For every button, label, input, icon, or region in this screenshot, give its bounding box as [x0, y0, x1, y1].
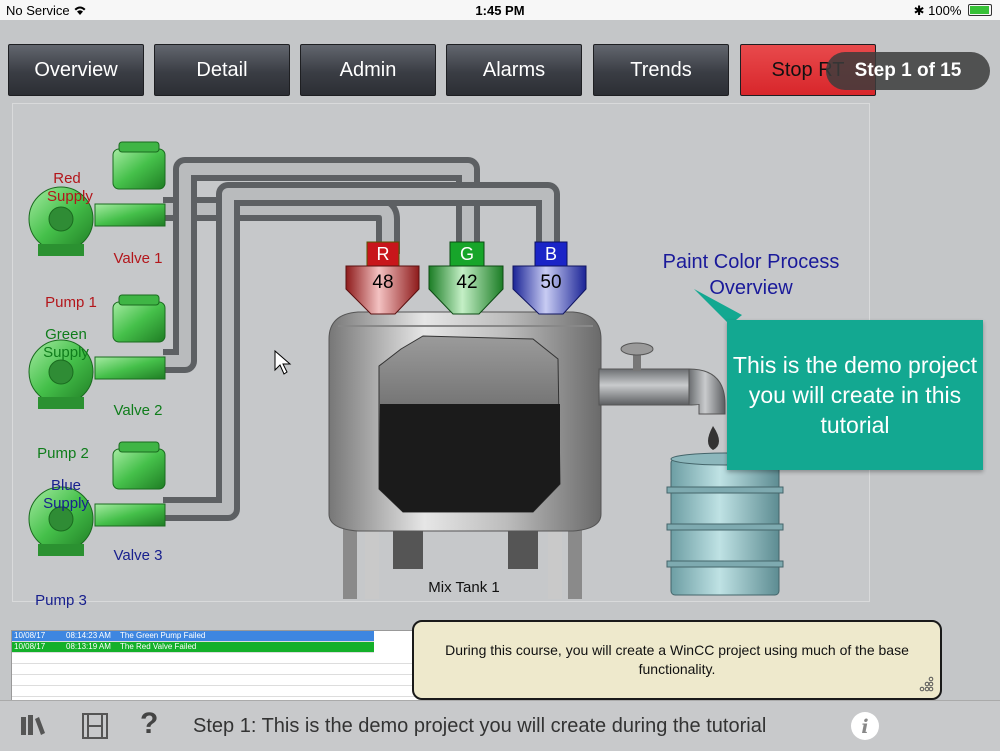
pump-3-label: Pump 3 — [35, 592, 87, 609]
mix-tank — [328, 311, 602, 599]
battery-label: 100% — [928, 3, 962, 18]
alarm-row[interactable]: 10/08/17 08:14:23 AM The Green Pump Fail… — [12, 631, 374, 642]
blue-supply-label: Blue Supply — [43, 477, 89, 512]
alarm-empty-row — [12, 686, 440, 697]
alarm-text: The Green Pump Failed — [120, 631, 206, 640]
pump-1-label: Pump 1 — [45, 294, 97, 311]
library-icon[interactable] — [18, 711, 48, 741]
film-icon[interactable] — [80, 711, 110, 741]
process-title-line-1: Paint Color Process — [662, 251, 840, 273]
valve-1-label: Valve 1 — [113, 250, 163, 267]
battery-status: ✱ 100% — [914, 3, 992, 19]
hopper-b-value[interactable]: 50 — [525, 273, 577, 292]
process-title-line-2: Overview — [709, 277, 793, 299]
alarm-text: The Red Valve Failed — [120, 642, 197, 651]
callout-pointer — [694, 289, 742, 325]
mouse-cursor-icon — [274, 349, 292, 375]
pump-2-label: Pump 2 — [37, 445, 89, 462]
hopper-b-letter: B — [544, 244, 557, 264]
nav-admin-button[interactable]: Admin — [300, 44, 436, 96]
mix-tank-label: Mix Tank 1 — [428, 579, 500, 596]
hmi-app: Overview Detail Admin Alarms Trends Stop… — [0, 20, 1000, 710]
alarm-list[interactable]: 10/08/17 08:14:23 AM The Green Pump Fail… — [11, 630, 441, 710]
bottom-step-text: Step 1: This is the demo project you wil… — [193, 715, 767, 737]
status-bar: No Service 1:45 PM ✱ 100% — [0, 0, 1000, 20]
alarm-empty-row — [12, 653, 440, 664]
alarm-date: 10/08/17 — [14, 642, 46, 651]
hopper-r-letter: R — [376, 244, 390, 264]
info-icon[interactable]: i — [850, 711, 880, 741]
valve-3-label: Valve 3 — [113, 547, 163, 564]
outlet-pipe — [598, 342, 726, 450]
resize-grip-icon[interactable] — [918, 676, 934, 692]
help-icon[interactable]: ? — [140, 707, 158, 741]
red-supply-label: Red Supply — [47, 170, 93, 205]
hopper-r-value[interactable]: 48 — [358, 273, 408, 292]
alarm-time: 08:14:23 AM — [66, 631, 111, 640]
nav-alarms-button[interactable]: Alarms — [446, 44, 582, 96]
clock: 1:45 PM — [475, 3, 525, 18]
step-counter-badge: Step 1 of 15 — [826, 52, 990, 90]
paint-drum — [666, 452, 784, 596]
process-title: Paint Color Process Overview — [637, 249, 865, 301]
alarm-row[interactable]: 10/08/17 08:13:19 AM The Red Valve Faile… — [12, 642, 374, 653]
alarm-empty-row — [12, 675, 440, 686]
hopper-g-value[interactable]: 42 — [441, 273, 493, 292]
nav-trends-button[interactable]: Trends — [593, 44, 729, 96]
svg-text:i: i — [861, 716, 868, 738]
bluetooth-icon: ✱ — [913, 3, 925, 18]
alarm-time: 08:13:19 AM — [66, 642, 111, 651]
step-description-text: During this course, you will create a Wi… — [445, 642, 909, 677]
battery-icon — [968, 4, 992, 16]
bottom-toolbar: ? Step 1: This is the demo project you w… — [0, 700, 1000, 751]
hopper-g-letter: G — [459, 244, 474, 264]
step-description-panel: During this course, you will create a Wi… — [412, 620, 942, 700]
alarm-date: 10/08/17 — [14, 631, 46, 640]
tutorial-callout: This is the demo project you will create… — [727, 320, 983, 470]
nav-detail-button[interactable]: Detail — [154, 44, 290, 96]
valve-2-label: Valve 2 — [113, 402, 163, 419]
alarm-empty-row — [12, 664, 440, 675]
nav-overview-button[interactable]: Overview — [8, 44, 144, 96]
green-supply-label: Green Supply — [43, 326, 89, 361]
